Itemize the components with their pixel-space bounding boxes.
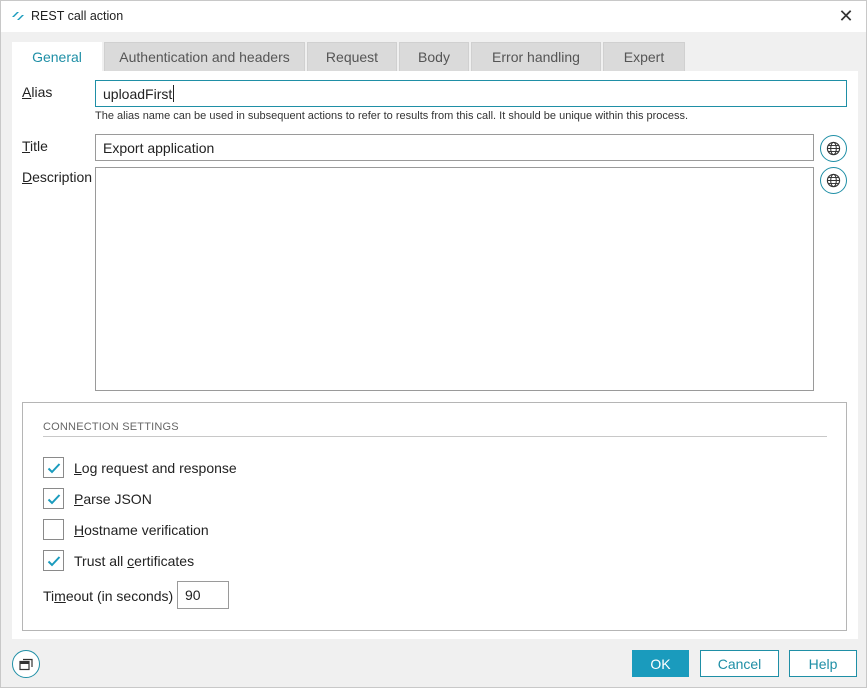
trust-all-certificates-label: Trust all certificates: [74, 552, 195, 569]
checkmark-icon: [47, 493, 60, 504]
parse-json-option[interactable]: Parse JSON: [43, 488, 152, 509]
tab-request[interactable]: Request: [307, 42, 397, 71]
title-translate-globe-icon[interactable]: [820, 135, 847, 162]
window-restore-icon: [19, 658, 33, 670]
description-label: Description: [22, 169, 93, 185]
tab-error-handling[interactable]: Error handling: [471, 42, 601, 71]
rest-action-icon: [12, 12, 24, 20]
window-restore-button[interactable]: [12, 650, 40, 678]
hostname-verification-option[interactable]: Hostname verification: [43, 519, 209, 540]
parse-json-checkbox[interactable]: [43, 488, 64, 509]
globe-icon: [826, 141, 841, 156]
connection-settings-group: CONNECTION SETTINGS Log request and resp…: [22, 402, 847, 631]
close-icon[interactable]: ✕: [834, 5, 858, 27]
checkmark-icon: [47, 555, 60, 566]
dialog-window: REST call action ✕ General Authenticatio…: [0, 0, 867, 688]
alias-input-value: uploadFirst: [103, 85, 173, 102]
timeout-input[interactable]: 90: [177, 581, 229, 609]
trust-all-certificates-checkbox[interactable]: [43, 550, 64, 571]
window-title: REST call action: [31, 9, 124, 23]
title-bar: REST call action ✕: [1, 1, 866, 32]
alias-hint: The alias name can be used in subsequent…: [95, 110, 689, 122]
ok-button[interactable]: OK: [632, 650, 689, 677]
title-label: Title: [22, 138, 48, 154]
parse-json-label: Parse JSON: [74, 490, 152, 507]
divider: [43, 436, 827, 437]
tab-expert[interactable]: Expert: [603, 42, 685, 71]
title-input-value: Export application: [103, 139, 215, 156]
tab-body[interactable]: Body: [399, 42, 469, 71]
timeout-label: Timeout (in seconds): [43, 588, 174, 604]
trust-all-certificates-option[interactable]: Trust all certificates: [43, 550, 194, 571]
connection-settings-heading: CONNECTION SETTINGS: [43, 421, 179, 433]
help-button[interactable]: Help: [789, 650, 857, 677]
text-caret: [173, 85, 175, 102]
description-textarea[interactable]: [95, 167, 814, 391]
hostname-verification-label: Hostname verification: [74, 521, 209, 538]
log-request-checkbox[interactable]: [43, 457, 64, 478]
alias-input[interactable]: uploadFirst: [95, 80, 847, 107]
timeout-value: 90: [185, 587, 201, 603]
alias-label: Alias: [22, 84, 53, 100]
tab-general[interactable]: General: [12, 42, 102, 71]
tab-bar: General Authentication and headers Reque…: [12, 42, 687, 71]
general-panel: Alias uploadFirst The alias name can be …: [12, 71, 858, 639]
cancel-button[interactable]: Cancel: [700, 650, 779, 677]
title-input[interactable]: Export application: [95, 134, 814, 161]
checkmark-icon: [47, 462, 60, 473]
tab-authentication-and-headers[interactable]: Authentication and headers: [104, 42, 305, 71]
globe-icon: [826, 173, 841, 188]
log-request-option[interactable]: Log request and response: [43, 457, 237, 478]
description-translate-globe-icon[interactable]: [820, 167, 847, 194]
log-request-label: Log request and response: [74, 459, 237, 476]
hostname-verification-checkbox[interactable]: [43, 519, 64, 540]
